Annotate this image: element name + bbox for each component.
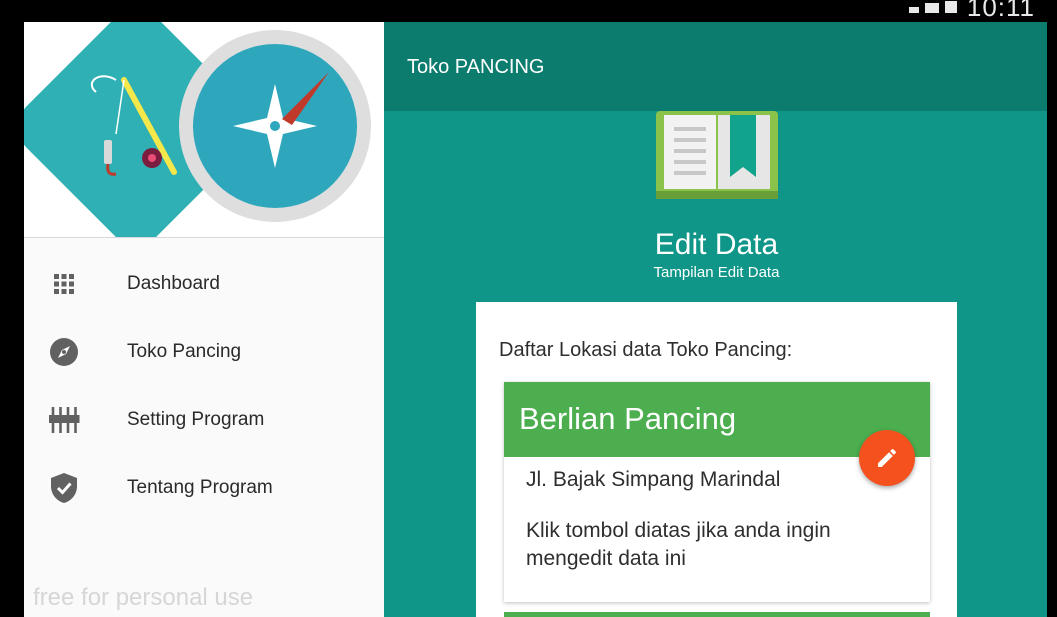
next-location-card[interactable] [504, 612, 930, 617]
location-card[interactable]: Berlian Pancing Jl. Bajak Simpang Marind… [504, 382, 930, 602]
card-note: Klik tombol diatas jika anda ingin menge… [526, 519, 831, 570]
panel-subtitle: Tampilan Edit Data [653, 264, 780, 281]
edit-button[interactable] [859, 430, 915, 486]
card-title: Berlian Pancing [519, 401, 737, 436]
status-time: 10:11 [966, 0, 1035, 22]
drawer-header [24, 22, 384, 238]
toolbar-title: Toko PANCING [407, 56, 545, 78]
app-main: Toko PANCING Edit Data Tampilan Edit Dat… [384, 22, 1047, 617]
location-list-title: Daftar Lokasi data Toko Pancing: [499, 339, 793, 361]
panel-header: Edit Data Tampilan Edit Data [476, 111, 957, 302]
nav-item-label: Tentang Program [127, 477, 273, 498]
card-address: Jl. Bajak Simpang Marindal [526, 468, 781, 491]
watermark-text: free for personal use [33, 584, 254, 611]
edit-icon [878, 449, 896, 467]
nav-item-tentang-program[interactable]: Tentang Program [24, 454, 384, 522]
device-bezel-left [0, 0, 24, 617]
nav-item-label: Setting Program [127, 409, 265, 430]
device-bezel-right [1047, 0, 1057, 617]
nav-item-setting-program[interactable]: Setting Program [24, 386, 384, 454]
sliders-icon [44, 400, 84, 440]
nav-item-toko-pancing[interactable]: Toko Pancing [24, 318, 384, 386]
book-icon [656, 111, 778, 199]
compass-icon [44, 332, 84, 372]
grid-icon [44, 264, 84, 304]
drawer-nav-list: Dashboard Toko Pancing Setting Program T… [24, 250, 384, 522]
nav-item-dashboard[interactable]: Dashboard [24, 250, 384, 318]
fishing-compass-logo [24, 22, 371, 237]
nav-item-label: Toko Pancing [127, 341, 242, 362]
navigation-drawer: Dashboard Toko Pancing Setting Program T… [24, 22, 384, 617]
shield-check-icon [44, 468, 84, 508]
app-toolbar: Toko PANCING [384, 22, 1047, 111]
status-bar: 10:11 [0, 0, 1057, 22]
edit-data-panel: Edit Data Tampilan Edit Data Daftar Loka… [476, 111, 957, 617]
panel-title: Edit Data [654, 228, 779, 261]
nav-item-label: Dashboard [127, 273, 220, 294]
